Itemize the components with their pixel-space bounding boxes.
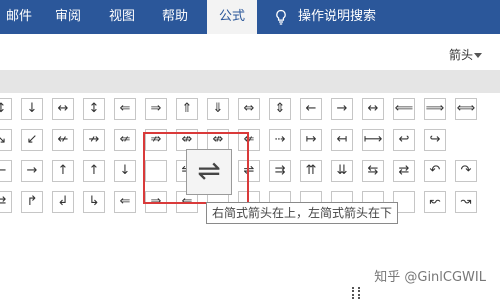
symbol-cell[interactable]: ↙ (21, 129, 43, 151)
symbol-cell[interactable]: → (21, 160, 43, 182)
symbol-cell[interactable]: ⇄ (0, 191, 12, 213)
symbol-cell[interactable]: ↑ (83, 160, 105, 182)
symbol-cell[interactable]: ⇔ (238, 98, 260, 120)
symbol-cell[interactable]: ⇓ (207, 98, 229, 120)
symbol-cell[interactable]: ↷ (455, 160, 477, 182)
symbol-cell[interactable]: ↩ (393, 129, 415, 151)
tab-view[interactable]: 视图 (100, 0, 144, 34)
symbol-cell[interactable]: ↶ (424, 160, 446, 182)
symbol-cell[interactable]: ⟹ (424, 98, 446, 120)
category-dropdown-label[interactable]: 箭头 (449, 46, 473, 63)
tab-equation[interactable]: 公式 (207, 0, 257, 34)
symbols-panel: 箭头 ↕↓↔↕⇐⇒⇑⇓⇔⇕←→↔⟸⟹⟺↘↙↚↛⇍⇏⇎⇎⇍⇢↦↤⟼↩↪←→↑↑↓⇋… (0, 34, 500, 260)
symbol-cell[interactable]: ↦ (300, 129, 322, 151)
symbol-cell[interactable]: ← (300, 98, 322, 120)
symbol-cell[interactable]: ↔ (52, 98, 74, 120)
symbol-cell[interactable]: ⟸ (393, 98, 415, 120)
symbol-cell[interactable]: ↤ (331, 129, 353, 151)
symbol-cell[interactable]: ↓ (21, 98, 43, 120)
symbol-tooltip: 右简式箭头在上，左简式箭头在下 (206, 202, 399, 224)
symbol-cell[interactable]: ↲ (52, 191, 74, 213)
symbol-cell[interactable]: ⟺ (455, 98, 477, 120)
symbol-cell[interactable]: ↛ (83, 129, 105, 151)
symbol-cell[interactable]: ↘ (0, 129, 12, 151)
symbol-cell[interactable]: ↳ (83, 191, 105, 213)
symbol-cell[interactable]: ↚ (52, 129, 74, 151)
symbols-header: 箭头 (0, 34, 500, 70)
gallery-divider (0, 70, 500, 93)
symbol-cell[interactable]: ⇄ (393, 160, 415, 182)
symbol-cell[interactable]: ↝ (455, 191, 477, 213)
symbol-cell[interactable]: ⇕ (269, 98, 291, 120)
symbol-cell[interactable]: ⇊ (331, 160, 353, 182)
symbol-cell[interactable]: ↕ (83, 98, 105, 120)
symbol-cell[interactable]: ⇐ (114, 98, 136, 120)
scrollbar-grip[interactable] (352, 287, 360, 299)
symbol-cell[interactable]: ⇒ (145, 98, 167, 120)
tell-me-search[interactable]: 操作说明搜索 (298, 0, 384, 34)
symbol-cell[interactable]: ↜ (424, 191, 446, 213)
lightbulb-icon (276, 9, 286, 25)
symbol-cell[interactable]: ⇆ (362, 160, 384, 182)
symbol-cell[interactable]: ⟼ (362, 129, 384, 151)
symbol-cell[interactable]: ⇍ (114, 129, 136, 151)
symbol-cell[interactable]: ↓ (114, 160, 136, 182)
tab-help[interactable]: 帮助 (152, 0, 198, 34)
watermark: 知乎 @GinlCGWIL (374, 270, 486, 285)
symbol-cell[interactable]: ⇐ (114, 191, 136, 213)
ribbon-tab-bar: 邮件 审阅 视图 帮助 公式 操作说明搜索 (0, 0, 500, 34)
symbol-cell[interactable]: ↕ (0, 98, 12, 120)
symbol-cell[interactable]: ⇉ (269, 160, 291, 182)
symbol-cell[interactable]: ↪ (424, 129, 446, 151)
symbol-cell[interactable]: ↑ (52, 160, 74, 182)
symbol-cell[interactable]: → (331, 98, 353, 120)
symbol-cell[interactable]: ← (0, 160, 12, 182)
tab-mailings[interactable]: 邮件 (0, 0, 40, 34)
symbol-cell[interactable]: ⇈ (300, 160, 322, 182)
symbol-cell[interactable]: ⇑ (176, 98, 198, 120)
symbol-cell[interactable]: ↱ (21, 191, 43, 213)
symbol-cell[interactable]: ↔ (362, 98, 384, 120)
symbol-preview: ⇌ (186, 149, 232, 195)
chevron-down-icon[interactable] (474, 53, 482, 58)
tab-review[interactable]: 审阅 (48, 0, 88, 34)
symbol-cell[interactable]: ⇢ (269, 129, 291, 151)
